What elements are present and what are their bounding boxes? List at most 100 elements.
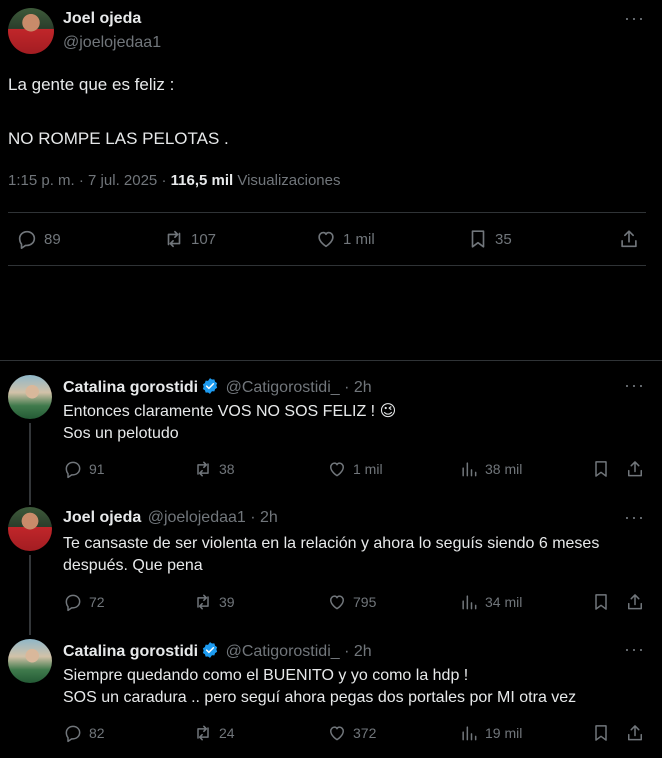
author-handle[interactable]: @joelojedaa1 <box>148 509 246 526</box>
reply-header: Catalina gorostidi @Catigorostidi_ · 2h <box>63 378 372 396</box>
reply-icon <box>65 594 81 612</box>
share-button[interactable] <box>625 723 645 743</box>
views-chart-icon <box>462 462 477 477</box>
bookmark-icon <box>595 461 607 477</box>
author-handle[interactable]: @Catigorostidi_ <box>226 643 340 660</box>
reply-header: Catalina gorostidi @Catigorostidi_ · 2h <box>63 642 372 660</box>
share-button[interactable] <box>625 592 645 612</box>
repost-count: 39 <box>219 594 235 610</box>
views-count: 116,5 mil <box>170 172 234 189</box>
bookmark-button[interactable] <box>591 459 611 479</box>
heart-icon <box>318 231 334 248</box>
divider <box>8 265 646 266</box>
heart-icon <box>330 726 344 741</box>
tweet-text-line1: La gente que es feliz : <box>8 75 175 94</box>
author-handle[interactable]: @joelojedaa1 <box>63 34 161 52</box>
repost-count: 107 <box>191 230 217 248</box>
views-count: 34 mil <box>485 594 523 610</box>
share-icon <box>621 230 637 248</box>
reply-count: 91 <box>89 461 105 477</box>
tweet-time[interactable]: 1:15 p. m. <box>8 172 75 189</box>
author-name[interactable]: Joel ojeda <box>63 509 141 526</box>
repost-icon <box>167 230 181 248</box>
more-options-icon[interactable]: ··· <box>624 8 645 29</box>
repost-button[interactable]: 24 <box>193 723 235 743</box>
reply-text-line1: Siempre quedando como el BUENITO y yo co… <box>63 667 469 684</box>
share-button[interactable] <box>618 228 640 250</box>
reply-time[interactable]: 2h <box>260 509 278 526</box>
tweet-meta: 1:15 p. m. · 7 jul. 2025 · 116,5 mil Vis… <box>8 172 341 189</box>
avatar[interactable] <box>8 507 52 551</box>
author-name[interactable]: Joel ojeda <box>63 10 141 28</box>
reply-icon <box>18 230 36 249</box>
views-button[interactable]: 38 mil <box>459 459 522 479</box>
reply-header: Joel ojeda @joelojedaa1 · 2h <box>63 509 278 526</box>
repost-count: 38 <box>219 461 235 477</box>
like-count: 372 <box>353 725 377 741</box>
share-button[interactable] <box>625 459 645 479</box>
author-name[interactable]: Catalina gorostidi <box>63 643 198 660</box>
avatar[interactable] <box>8 8 54 54</box>
divider <box>0 360 662 361</box>
heart-icon <box>330 595 344 610</box>
reply-text-line2: Sos un pelotudo <box>63 425 179 442</box>
repost-button[interactable]: 107 <box>163 228 216 250</box>
tweet-text-line2: NO ROMPE LAS PELOTAS . <box>8 129 229 148</box>
share-icon <box>628 461 642 477</box>
views-label: Visualizaciones <box>237 172 341 189</box>
bookmark-button[interactable] <box>591 592 611 612</box>
bookmark-count: 35 <box>495 230 512 248</box>
bookmark-button[interactable]: 35 <box>467 228 512 250</box>
reply-count: 89 <box>44 230 61 248</box>
repost-button[interactable]: 38 <box>193 459 235 479</box>
views-count: 38 mil <box>485 461 523 477</box>
like-count: 795 <box>353 594 377 610</box>
avatar[interactable] <box>8 639 52 683</box>
reply-text-line2: SOS un caradura .. pero seguí ahora pega… <box>63 689 577 706</box>
like-count: 1 mil <box>343 230 375 248</box>
reply-icon <box>65 725 81 743</box>
views-button[interactable]: 34 mil <box>459 592 522 612</box>
reply-text-line1: Te cansaste de ser violenta en la relaci… <box>63 535 600 552</box>
verified-badge-icon <box>203 378 218 394</box>
reply-button[interactable]: 91 <box>63 459 105 479</box>
views-count: 19 mil <box>485 725 523 741</box>
repost-icon <box>197 594 209 610</box>
reply-button[interactable]: 72 <box>63 592 105 612</box>
reply-count: 72 <box>89 594 105 610</box>
bookmark-icon <box>595 725 607 741</box>
verified-badge-icon <box>203 642 218 658</box>
author-name[interactable]: Catalina gorostidi <box>63 379 198 396</box>
reply-text-line1: Entonces claramente VOS NO SOS FELIZ ! 😉 <box>63 403 397 420</box>
reply-icon <box>65 461 81 479</box>
more-options-icon[interactable]: ··· <box>624 507 645 528</box>
more-options-icon[interactable]: ··· <box>624 639 645 660</box>
thread-line <box>29 423 31 505</box>
reply-time[interactable]: 2h <box>354 643 372 660</box>
repost-count: 24 <box>219 725 235 741</box>
more-options-icon[interactable]: ··· <box>624 375 645 396</box>
divider <box>8 212 646 213</box>
thread-line <box>29 555 31 635</box>
reply-text-line2: después. Que pena <box>63 557 203 574</box>
like-count: 1 mil <box>353 461 383 477</box>
reply-button[interactable]: 82 <box>63 723 105 743</box>
tweet-date[interactable]: 7 jul. 2025 <box>88 172 157 189</box>
repost-icon <box>197 725 209 741</box>
reply-button[interactable]: 89 <box>16 228 61 250</box>
heart-icon <box>330 462 344 477</box>
like-button[interactable]: 1 mil <box>315 228 375 250</box>
share-icon <box>628 594 642 610</box>
bookmark-icon <box>471 230 485 248</box>
bookmark-button[interactable] <box>591 723 611 743</box>
like-button[interactable]: 372 <box>327 723 376 743</box>
views-chart-icon <box>462 726 477 741</box>
avatar[interactable] <box>8 375 52 419</box>
like-button[interactable]: 1 mil <box>327 459 383 479</box>
like-button[interactable]: 795 <box>327 592 376 612</box>
author-handle[interactable]: @Catigorostidi_ <box>226 379 340 396</box>
repost-button[interactable]: 39 <box>193 592 235 612</box>
share-icon <box>628 725 642 741</box>
reply-time[interactable]: 2h <box>354 379 372 396</box>
views-button[interactable]: 19 mil <box>459 723 522 743</box>
